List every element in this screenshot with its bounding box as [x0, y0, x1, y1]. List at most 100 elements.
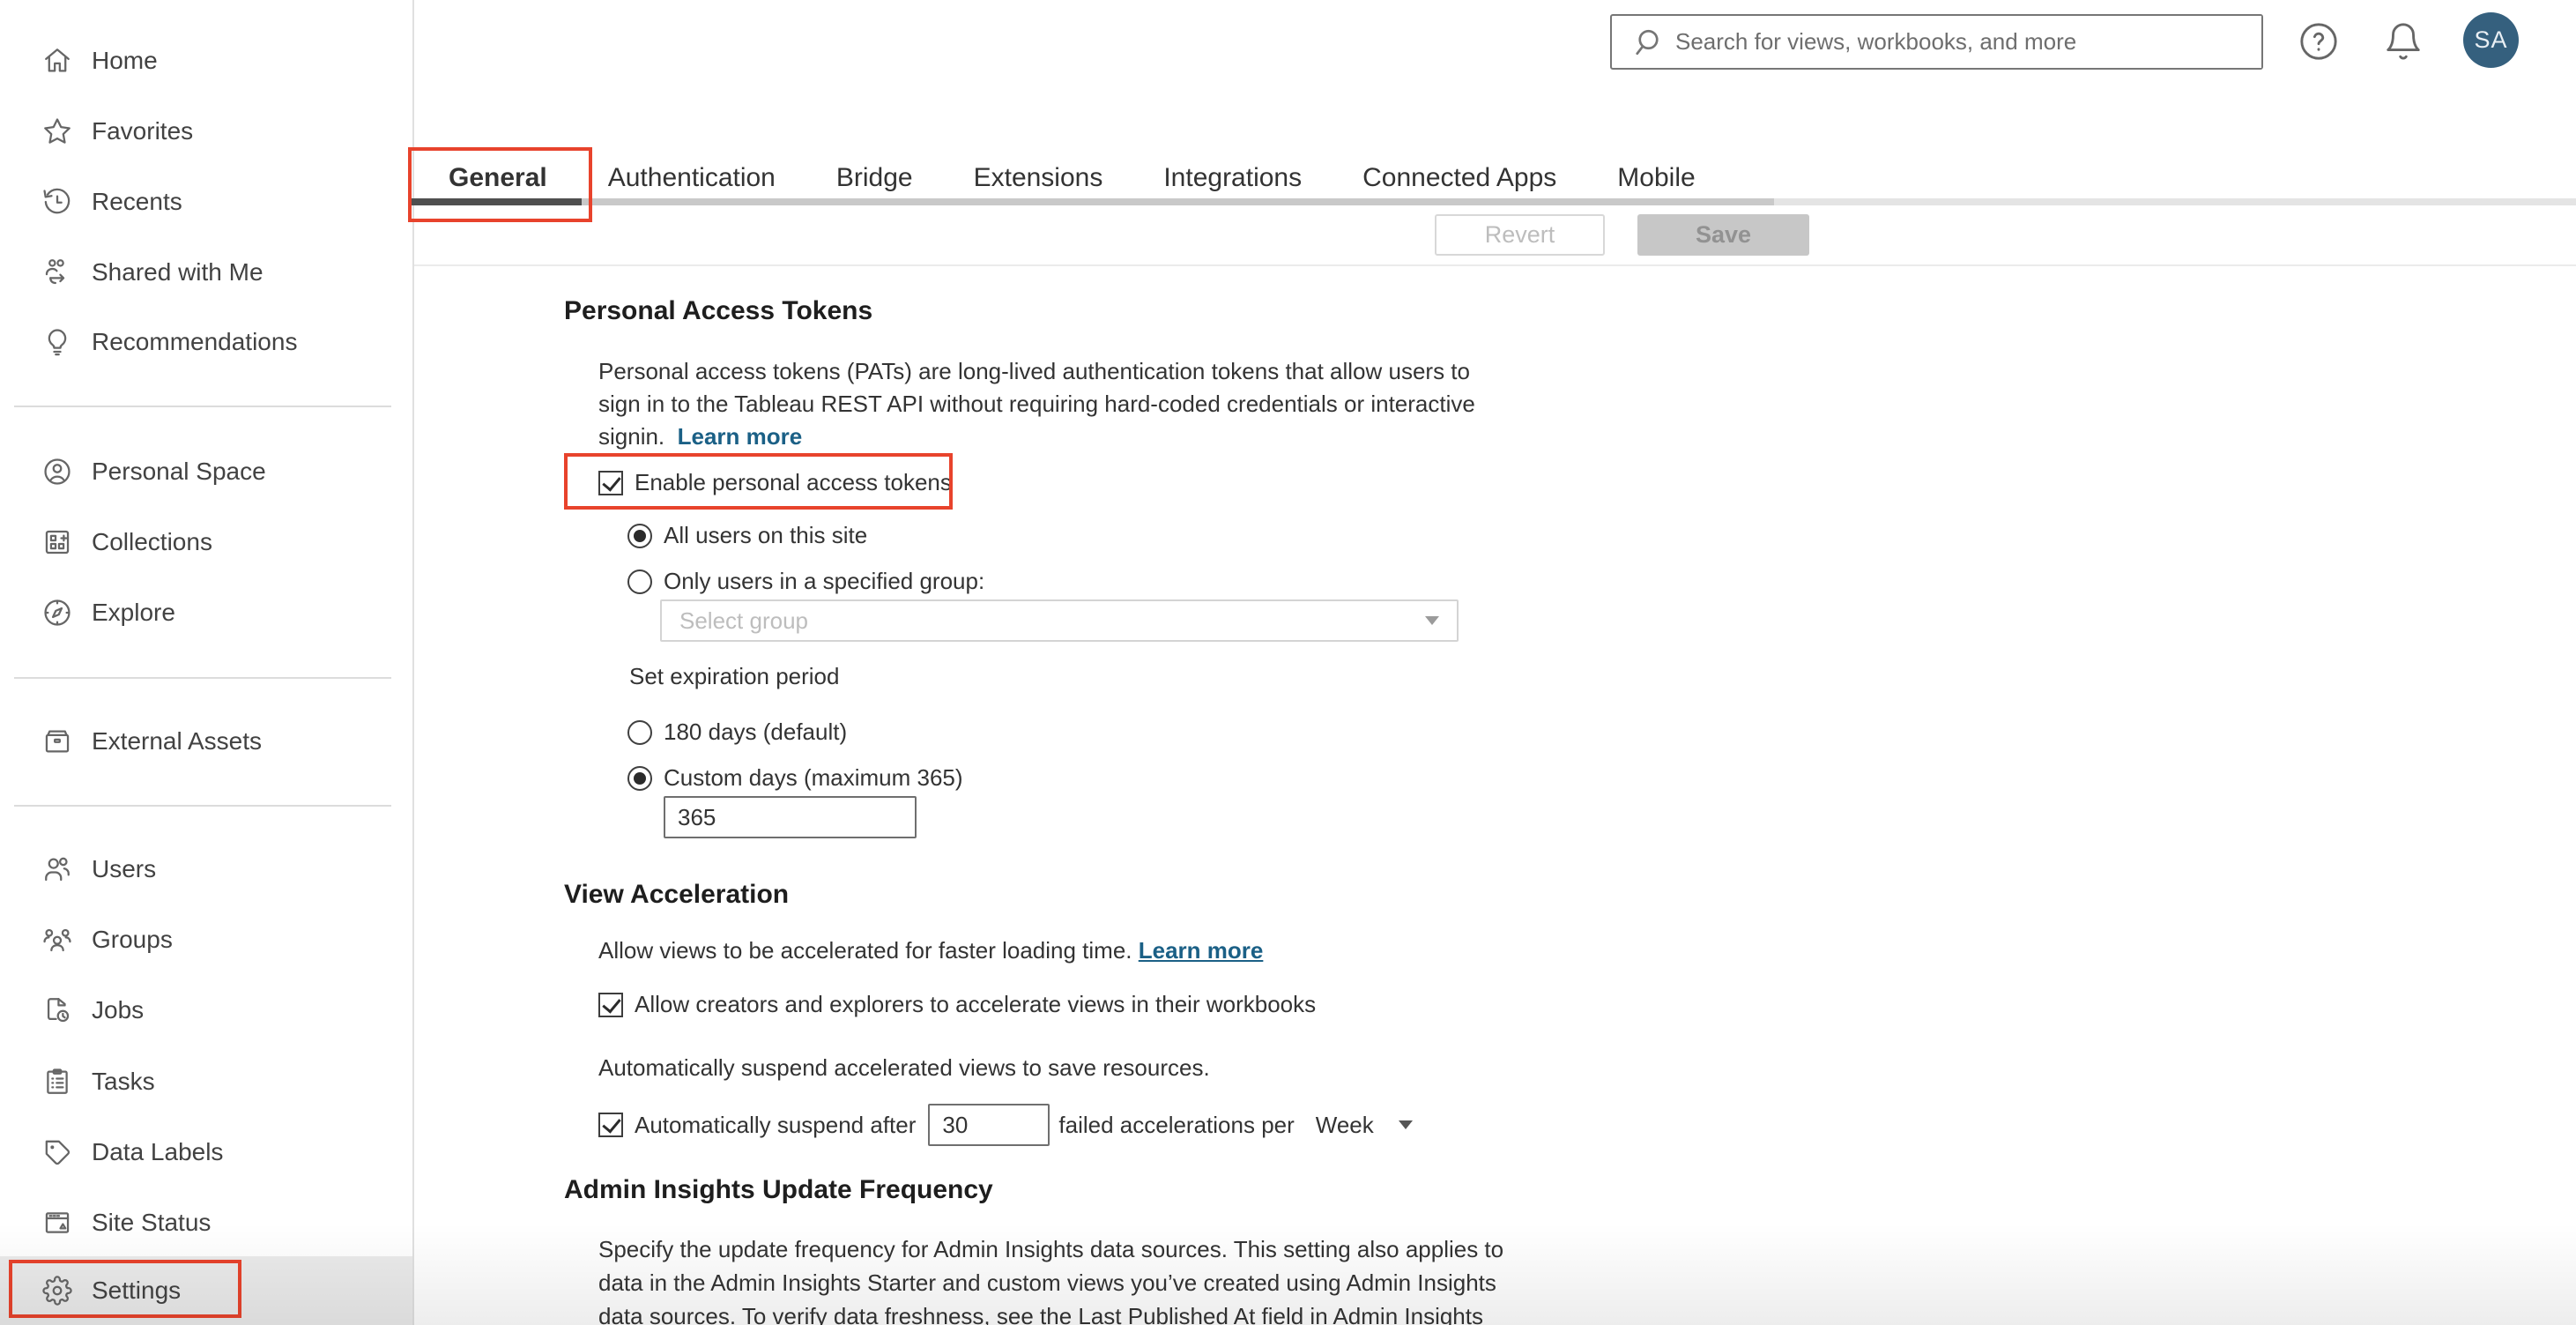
tab-strip-extension — [1774, 198, 2576, 205]
notifications-bell-icon[interactable] — [2383, 21, 2424, 62]
search-box[interactable] — [1610, 14, 2263, 70]
pat-learn-more-link[interactable]: Learn more — [678, 423, 803, 450]
expiration-period-label: Set expiration period — [629, 663, 840, 689]
clipboard-list-icon — [42, 1067, 72, 1097]
sidebar-item-tasks[interactable]: Tasks — [0, 1046, 412, 1117]
specified-group-label: Only users in a specified group: — [664, 568, 985, 594]
auto-suspend-suffix-label: failed accelerations per — [1058, 1111, 1295, 1138]
sidebar-item-home[interactable]: Home — [0, 26, 412, 96]
tab-bridge[interactable]: Bridge — [836, 162, 913, 194]
sidebar-item-label: Tasks — [92, 1068, 155, 1095]
tab-mobile[interactable]: Mobile — [1617, 162, 1695, 194]
custom-days-radio[interactable] — [627, 765, 652, 791]
user-avatar[interactable]: SA — [2463, 12, 2519, 68]
tab-authentication[interactable]: Authentication — [608, 162, 776, 194]
sidebar-item-label: Recommendations — [92, 328, 298, 355]
sidebar-item-settings[interactable]: Settings — [0, 1256, 412, 1325]
enable-pat-row: Enable personal access tokens — [598, 469, 952, 496]
sidebar-item-jobs[interactable]: Jobs — [0, 975, 412, 1046]
help-icon[interactable] — [2298, 21, 2339, 62]
view-acceleration-description: Allow views to be accelerated for faster… — [598, 937, 1264, 964]
pat-description: Personal access tokens (PATs) are long-l… — [598, 355, 1656, 453]
va-learn-more-link[interactable]: Learn more — [1139, 937, 1264, 964]
sidebar-item-groups[interactable]: Groups — [0, 904, 412, 975]
header-divider — [414, 264, 2576, 266]
auto-suspend-checkbox[interactable] — [598, 1113, 623, 1137]
chevron-down-icon — [1398, 1120, 1413, 1129]
sidebar-item-label: Favorites — [92, 117, 194, 145]
save-button[interactable]: Save — [1637, 214, 1809, 256]
document-clock-icon — [42, 995, 72, 1025]
status-window-icon — [42, 1208, 72, 1238]
group-select-dropdown[interactable]: Select group — [660, 599, 1459, 642]
revert-button[interactable]: Revert — [1435, 214, 1605, 256]
sidebar-item-explore[interactable]: Explore — [0, 577, 412, 648]
sidebar-item-label: Site Status — [92, 1209, 212, 1236]
sidebar-item-label: Explore — [92, 599, 175, 626]
suspend-period-dropdown[interactable]: Week — [1316, 1112, 1413, 1139]
person-circle-icon — [42, 457, 72, 487]
sidebar-item-label: Shared with Me — [92, 258, 264, 286]
suspend-intro-text: Automatically suspend accelerated views … — [598, 1054, 1210, 1081]
group-select-placeholder: Select group — [679, 607, 808, 634]
exp-default-row: 180 days (default) — [627, 718, 847, 746]
sidebar-item-users[interactable]: Users — [0, 834, 412, 904]
groups-icon — [42, 925, 72, 955]
view-acceleration-heading: View Acceleration — [564, 880, 790, 909]
tab-connected-apps[interactable]: Connected Apps — [1362, 162, 1556, 194]
compass-icon — [42, 598, 72, 628]
star-icon — [42, 116, 72, 146]
search-input[interactable] — [1663, 16, 2261, 68]
auto-suspend-prefix-label: Automatically suspend after — [635, 1111, 917, 1138]
sidebar-item-site-status[interactable]: Site Status — [0, 1187, 412, 1258]
sidebar-item-favorites[interactable]: Favorites — [0, 96, 412, 167]
days-180-radio[interactable] — [627, 719, 652, 745]
specified-group-radio[interactable] — [627, 569, 652, 594]
suspend-period-value: Week — [1315, 1111, 1374, 1138]
custom-days-input[interactable] — [664, 796, 917, 838]
custom-days-label: Custom days (maximum 365) — [664, 764, 963, 791]
tab-integrations[interactable]: Integrations — [1163, 162, 1302, 194]
collection-grid-icon — [42, 527, 72, 557]
people-share-icon — [42, 257, 72, 287]
sidebar-item-personal-space[interactable]: Personal Space — [0, 436, 412, 507]
sidebar-item-label: Recents — [92, 188, 182, 215]
sidebar-item-label: Settings — [92, 1277, 182, 1304]
all-users-radio[interactable] — [627, 523, 652, 548]
sidebar-item-label: External Assets — [92, 727, 262, 755]
admin-insights-description: Specify the update frequency for Admin I… — [598, 1232, 1656, 1325]
sidebar-item-label: Personal Space — [92, 458, 266, 485]
history-icon — [42, 187, 72, 217]
gear-icon — [42, 1276, 72, 1306]
sidebar-item-recents[interactable]: Recents — [0, 167, 412, 237]
search-icon — [1636, 29, 1659, 55]
exp-custom-row: Custom days (maximum 365) — [627, 764, 963, 792]
tab-extensions[interactable]: Extensions — [974, 162, 1103, 194]
sidebar-item-shared-with-me[interactable]: Shared with Me — [0, 237, 412, 308]
sidebar-nav: Home Favorites Recents Shared with Me Recomm… — [0, 0, 414, 1325]
sidebar-item-label: Data Labels — [92, 1138, 224, 1165]
sidebar-divider — [14, 406, 391, 407]
home-icon — [42, 46, 72, 76]
all-users-label: All users on this site — [664, 522, 868, 548]
sidebar-item-external-assets[interactable]: External Assets — [0, 706, 412, 777]
sidebar-item-recommendations[interactable]: Recommendations — [0, 307, 412, 377]
tab-strip — [582, 198, 1774, 205]
suspend-count-input[interactable] — [928, 1104, 1050, 1146]
admin-insights-heading: Admin Insights Update Frequency — [564, 1175, 993, 1204]
lightbulb-icon — [42, 327, 72, 357]
sidebar-item-label: Collections — [92, 528, 212, 555]
allow-acceleration-row: Allow creators and explorers to accelera… — [598, 991, 1316, 1018]
enable-pat-checkbox[interactable] — [598, 470, 623, 495]
sidebar-item-data-labels[interactable]: Data Labels — [0, 1117, 412, 1187]
auto-suspend-row: Automatically suspend after failed accel… — [598, 1104, 1413, 1146]
users-icon — [42, 854, 72, 884]
sidebar-item-collections[interactable]: Collections — [0, 507, 412, 577]
sidebar-divider — [14, 677, 391, 679]
tab-general[interactable]: General — [449, 162, 547, 194]
allow-acceleration-checkbox[interactable] — [598, 992, 623, 1017]
tag-icon — [42, 1137, 72, 1167]
scope-all-users-row: All users on this site — [627, 522, 867, 549]
active-tab-underline — [408, 198, 582, 205]
ai-description-line1: Specify the update frequency for Admin I… — [598, 1236, 1504, 1262]
